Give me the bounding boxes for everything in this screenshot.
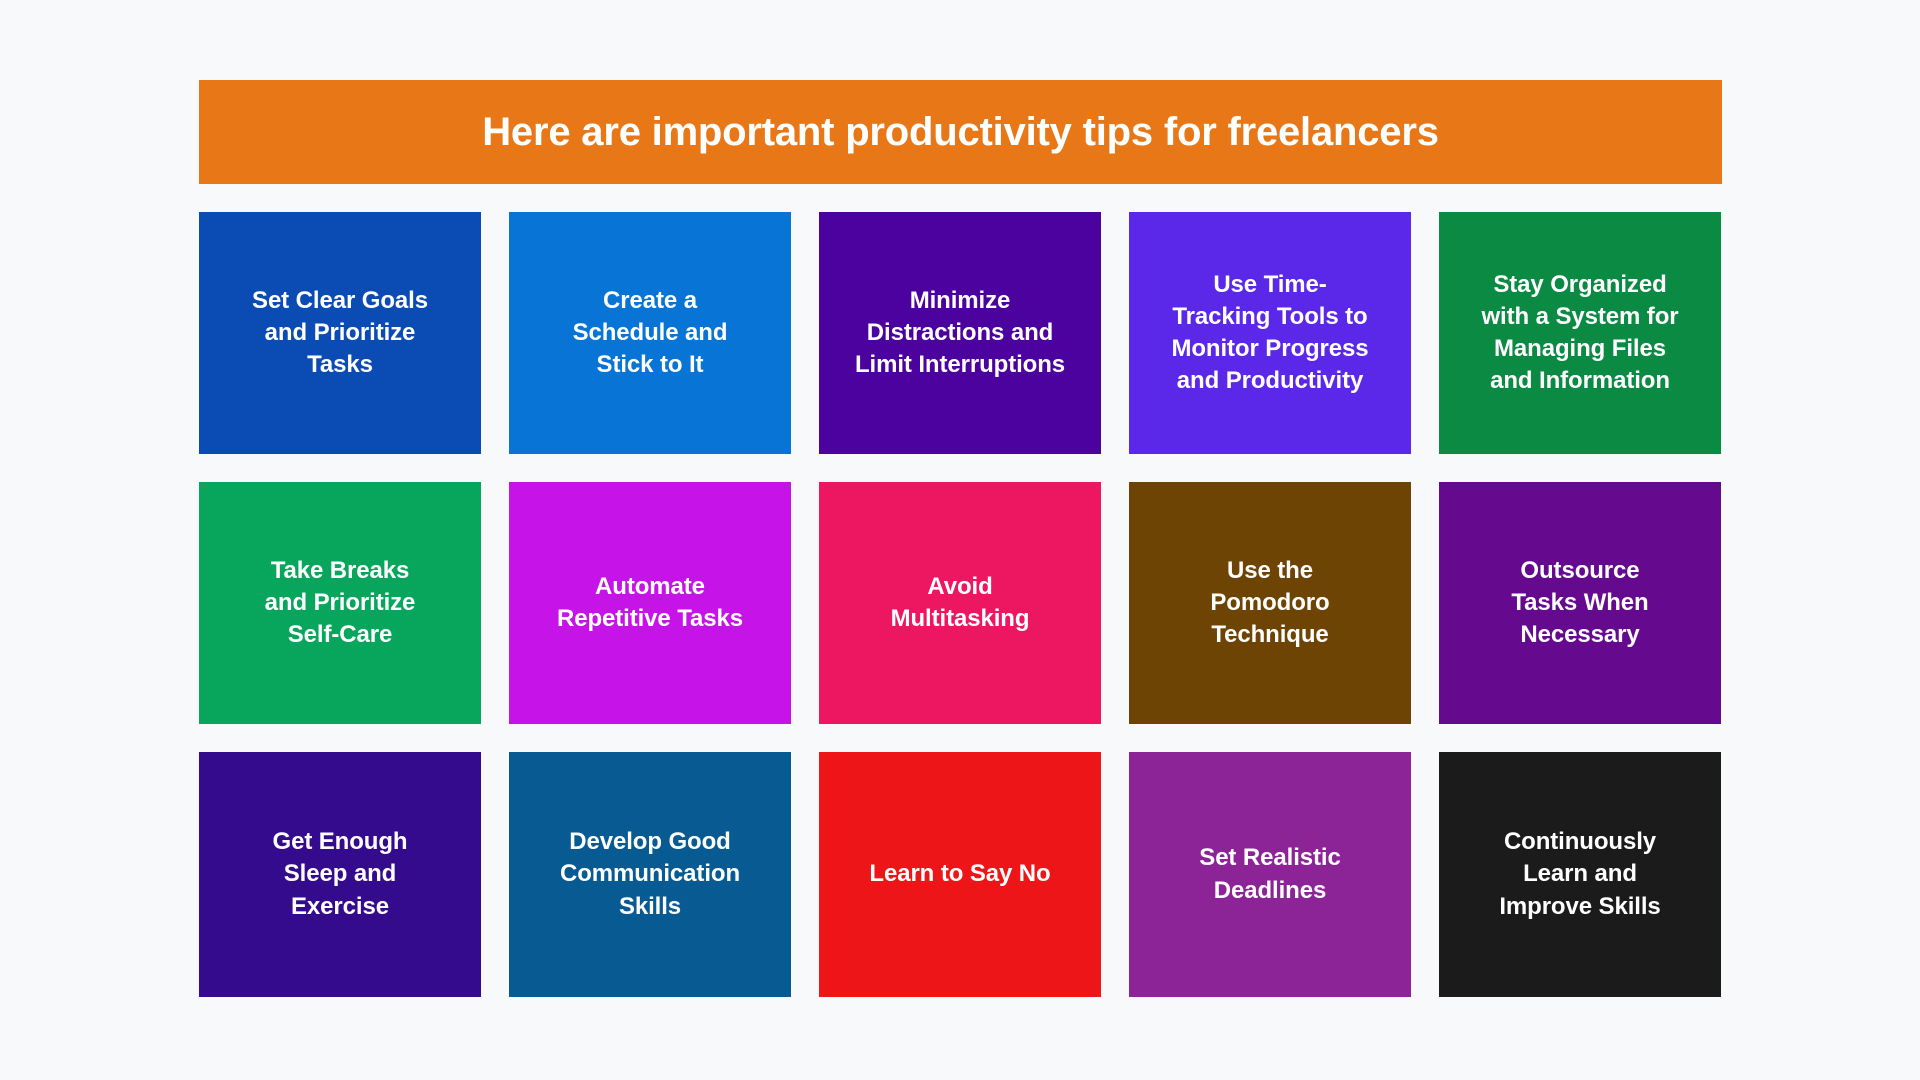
tip-card-2[interactable]: Create a Schedule and Stick to It [509,212,791,454]
tip-card-15[interactable]: Continuously Learn and Improve Skills [1439,752,1721,997]
tip-card-label: Take Breaks and Prioritize Self-Care [264,556,416,649]
tip-card-5[interactable]: Stay Organized with a System for Managin… [1439,212,1721,454]
tip-card-7[interactable]: Automate Repetitive Tasks [509,482,791,724]
page-title: Here are important productivity tips for… [482,110,1439,154]
infographic-canvas: Here are important productivity tips for… [0,0,1920,1080]
tip-card-label: Use the Pomodoro Technique [1210,556,1330,649]
tip-card-label: Use Time- Tracking Tools to Monitor Prog… [1171,270,1369,395]
tip-card-label: Set Clear Goals and Prioritize Tasks [252,286,428,379]
tip-card-8[interactable]: Avoid Multitasking [819,482,1101,724]
tip-card-13[interactable]: Learn to Say No [819,752,1101,997]
tip-card-label: Minimize Distractions and Limit Interrup… [854,286,1066,379]
tip-card-label: Create a Schedule and Stick to It [572,286,728,379]
tip-card-label: Learn to Say No [869,860,1051,888]
tip-card-1[interactable]: Set Clear Goals and Prioritize Tasks [199,212,481,454]
tip-card-6[interactable]: Take Breaks and Prioritize Self-Care [199,482,481,724]
title-banner: Here are important productivity tips for… [199,80,1722,184]
tip-card-3[interactable]: Minimize Distractions and Limit Interrup… [819,212,1101,454]
tip-card-label: Develop Good Communication Skills [559,828,741,920]
tip-card-4[interactable]: Use Time- Tracking Tools to Monitor Prog… [1129,212,1411,454]
tip-card-label: Stay Organized with a System for Managin… [1481,270,1679,395]
tip-card-label: Outsource Tasks When Necessary [1511,556,1649,649]
tip-card-12[interactable]: Develop Good Communication Skills [509,752,791,997]
tip-card-11[interactable]: Get Enough Sleep and Exercise [199,752,481,997]
tip-card-label: Get Enough Sleep and Exercise [272,828,408,920]
tips-grid: Set Clear Goals and Prioritize Tasks Cre… [199,212,1722,997]
tip-card-14[interactable]: Set Realistic Deadlines [1129,752,1411,997]
tip-card-label: Avoid Multitasking [890,572,1030,632]
tip-card-label: Automate Repetitive Tasks [556,572,744,632]
tip-card-label: Continuously Learn and Improve Skills [1499,828,1661,920]
tip-card-9[interactable]: Use the Pomodoro Technique [1129,482,1411,724]
infographic-content: Here are important productivity tips for… [199,80,1722,997]
tip-card-label: Set Realistic Deadlines [1199,844,1341,904]
tip-card-10[interactable]: Outsource Tasks When Necessary [1439,482,1721,724]
